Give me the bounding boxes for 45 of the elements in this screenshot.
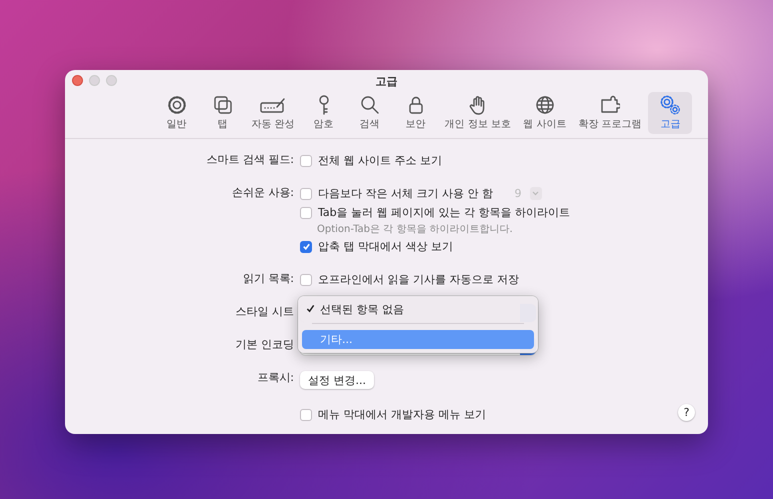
settings-button[interactable]: 설정 변경...: [300, 371, 374, 389]
globe-icon: [534, 95, 555, 115]
toolbar-tab[interactable]: 검색: [348, 92, 392, 134]
checkbox-label: 오프라인에서 읽을 기사를 자동으로 저장: [318, 272, 519, 287]
tabs-icon: [212, 95, 233, 115]
checkbox-label: Tab을 눌러 웹 페이지에 있는 각 항목을 하이라이트: [318, 205, 570, 220]
hint-text: Option-Tab은 각 항목을 하이라이트합니다.: [316, 223, 514, 237]
minimize-button[interactable]: [89, 75, 100, 86]
toolbar-tab[interactable]: 자동 완성: [246, 92, 300, 134]
checkbox[interactable]: [300, 408, 312, 420]
toolbar-tab[interactable]: 웹 사이트: [518, 92, 572, 134]
toolbar-tab[interactable]: 고급: [648, 92, 692, 134]
setting-label: 스타일 시트: [236, 305, 294, 318]
checkmark-icon: [306, 304, 315, 313]
setting-label: 스마트 검색 필드:: [206, 153, 294, 166]
setting-label: 읽기 목록:: [242, 272, 294, 285]
font-size-value: 9: [513, 187, 522, 200]
checkbox-label: 압축 탭 막대에서 색상 보기: [318, 239, 453, 254]
toolbar-tab[interactable]: 암호: [302, 92, 346, 134]
puzzle-icon: [600, 95, 620, 115]
checkbox[interactable]: [300, 188, 312, 200]
checkbox[interactable]: [300, 274, 312, 286]
window-title: 고급: [376, 74, 398, 88]
checkbox[interactable]: [300, 206, 312, 218]
close-button[interactable]: [72, 75, 83, 86]
checkbox-label: 전체 웹 사이트 주소 보기: [318, 153, 442, 168]
setting-label: 손쉬운 사용:: [232, 186, 294, 199]
help-button[interactable]: ?: [678, 404, 695, 421]
setting-label: 기본 인코딩: [236, 338, 294, 351]
toolbar-tab[interactable]: 개인 정보 보호: [440, 92, 516, 134]
zoom-button[interactable]: [106, 75, 117, 86]
toolbar-tab[interactable]: 탭: [200, 92, 245, 134]
toolbar-tab[interactable]: 보안: [394, 92, 438, 134]
menu-item[interactable]: 선택된 항목 없음: [302, 300, 534, 319]
gear-icon: [166, 95, 187, 115]
dropdown-chevron-icon[interactable]: [530, 187, 542, 200]
gears-icon: [660, 95, 680, 115]
toolbar-tab[interactable]: 확장 프로그램: [573, 92, 646, 134]
search-icon: [360, 95, 380, 115]
setting-label: 프록시:: [257, 371, 294, 384]
checkbox[interactable]: [300, 240, 312, 252]
checkbox-label: 다음보다 작은 서체 크기 사용 안 함: [318, 186, 493, 201]
checkbox[interactable]: [300, 154, 312, 166]
checkbox-label: 메뉴 막대에서 개발자용 메뉴 보기: [318, 407, 486, 422]
toolbar-tab[interactable]: 일반: [154, 92, 199, 134]
